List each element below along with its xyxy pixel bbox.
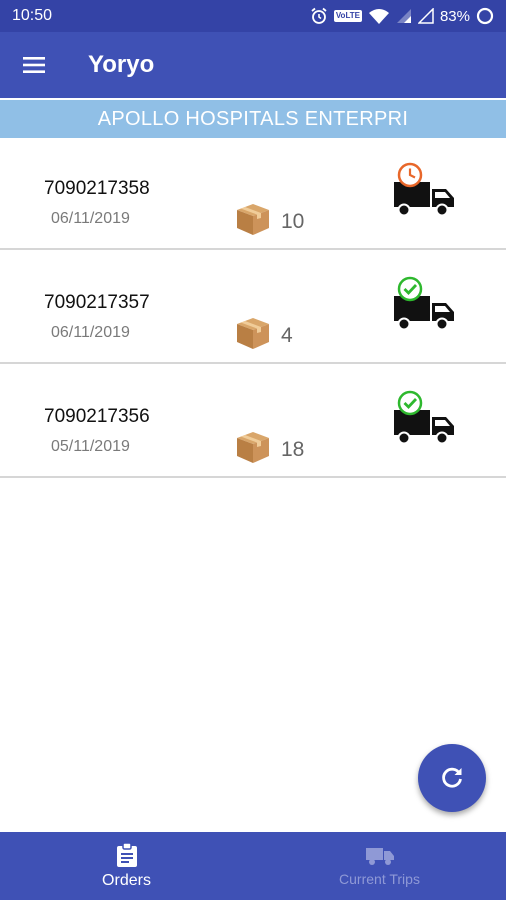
order-row[interactable]: 7090217356 05/11/2019 18 [0,366,506,478]
nav-orders-label: Orders [102,872,151,889]
package-icon [237,204,269,235]
nav-current-trips[interactable]: Current Trips [253,832,506,900]
signal-icon-secondary [417,8,434,24]
order-row[interactable]: 7090217357 06/11/2019 4 [0,252,506,364]
app-title: Yoryo [88,51,155,78]
order-quantity: 10 [281,210,305,233]
refresh-button[interactable] [418,744,486,812]
nav-orders[interactable]: Orders [0,832,253,900]
order-date: 05/11/2019 [51,438,130,455]
menu-icon [23,57,45,73]
order-id: 7090217357 [44,292,150,313]
order-row[interactable]: 7090217358 06/11/2019 10 [0,138,506,250]
company-banner: APOLLO HOSPITALS ENTERPRI [0,100,506,138]
volte-badge: VoLTE [333,10,362,22]
nav-current-trips-label: Current Trips [339,871,420,887]
order-id: 7090217356 [44,406,150,427]
order-quantity: 4 [281,324,293,347]
menu-button[interactable] [0,32,70,98]
battery-percent: 83% [439,7,470,25]
order-date: 06/11/2019 [51,210,130,227]
truck-icon [365,848,394,865]
order-quantity: 18 [281,438,305,461]
order-id: 7090217358 [44,178,150,199]
bottom-nav: Orders Current Trips [0,832,506,900]
status-bar: 10:50 VoLTE 83% [0,0,506,32]
package-icon [237,318,269,349]
package-icon [237,432,269,463]
delivered-check-icon [394,390,454,445]
wifi-icon [368,9,389,24]
signal-icon [396,9,411,23]
status-icons: VoLTE 83% [310,7,494,25]
pending-clock-icon [394,162,454,217]
delivered-check-icon [394,276,454,331]
status-time: 10:50 [12,7,53,24]
order-date: 06/11/2019 [51,324,130,341]
alarm-icon [311,7,327,24]
clipboard-icon [116,842,137,867]
orders-list: 7090217358 06/11/2019 10 7090217357 06/1… [0,138,506,478]
battery-icon [476,7,494,25]
app-bar: Yoryo [0,32,506,98]
refresh-icon [442,767,462,788]
